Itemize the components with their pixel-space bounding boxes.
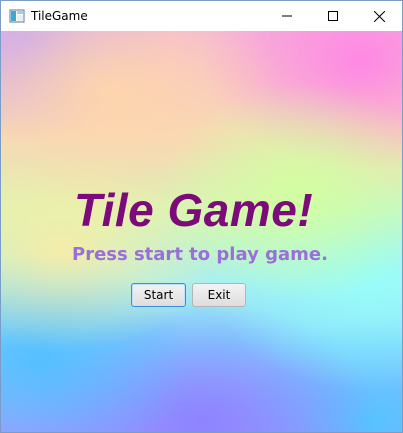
game-title: Tile Game! (73, 184, 314, 236)
close-icon (373, 10, 385, 22)
window-title: TileGame (31, 9, 88, 23)
minimize-button[interactable] (264, 1, 310, 31)
window-controls (264, 1, 402, 31)
close-button[interactable] (356, 1, 402, 31)
start-instruction: Press start to play game. (72, 244, 328, 265)
exit-button[interactable]: Exit (192, 283, 246, 307)
game-menu-panel: Tile Game! Press start to play game. Sta… (1, 31, 402, 432)
title-bar[interactable]: TileGame (1, 1, 402, 31)
app-window: TileGame Tile Game! Press start to play … (0, 0, 403, 433)
maximize-button[interactable] (310, 1, 356, 31)
start-button[interactable]: Start (131, 283, 186, 307)
java-app-icon (9, 9, 25, 23)
minimize-icon (282, 15, 292, 17)
maximize-icon (328, 11, 338, 21)
